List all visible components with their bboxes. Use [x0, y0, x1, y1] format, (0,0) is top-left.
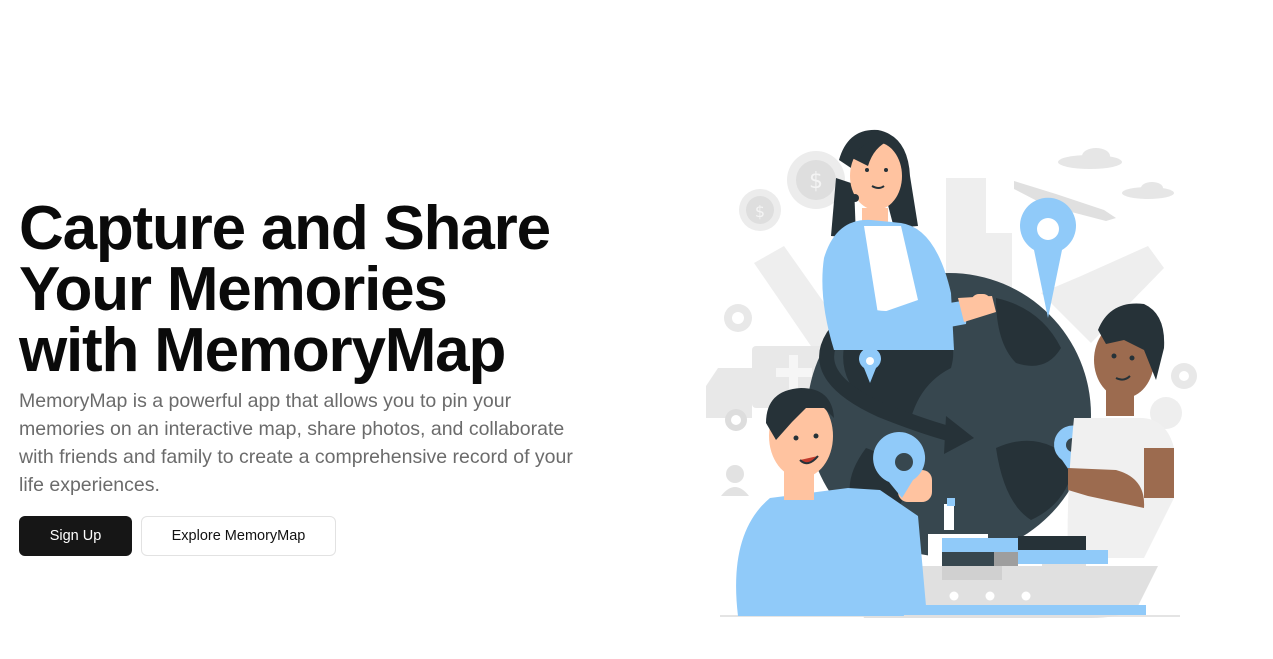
hero-section: Capture and Share Your Memories with Mem…: [19, 198, 619, 556]
user-icon: [721, 465, 749, 496]
dollar-coin-icon: $ $: [739, 151, 845, 231]
sign-up-button[interactable]: Sign Up: [19, 516, 132, 556]
hero-illustration: $ $: [696, 118, 1216, 628]
svg-text:$: $: [809, 169, 823, 194]
hero-description: MemoryMap is a powerful app that allows …: [19, 390, 573, 496]
people-around-globe-illustration: $ $: [706, 129, 1197, 618]
cloud-icon: [1058, 148, 1174, 199]
man-figure-right: [1067, 303, 1174, 558]
svg-text:$: $: [755, 202, 765, 221]
hero-actions: Sign Up Explore MemoryMap: [19, 516, 619, 556]
hero-headline: Capture and Share Your Memories with Mem…: [19, 194, 551, 385]
explore-memorymap-button[interactable]: Explore MemoryMap: [141, 516, 336, 556]
